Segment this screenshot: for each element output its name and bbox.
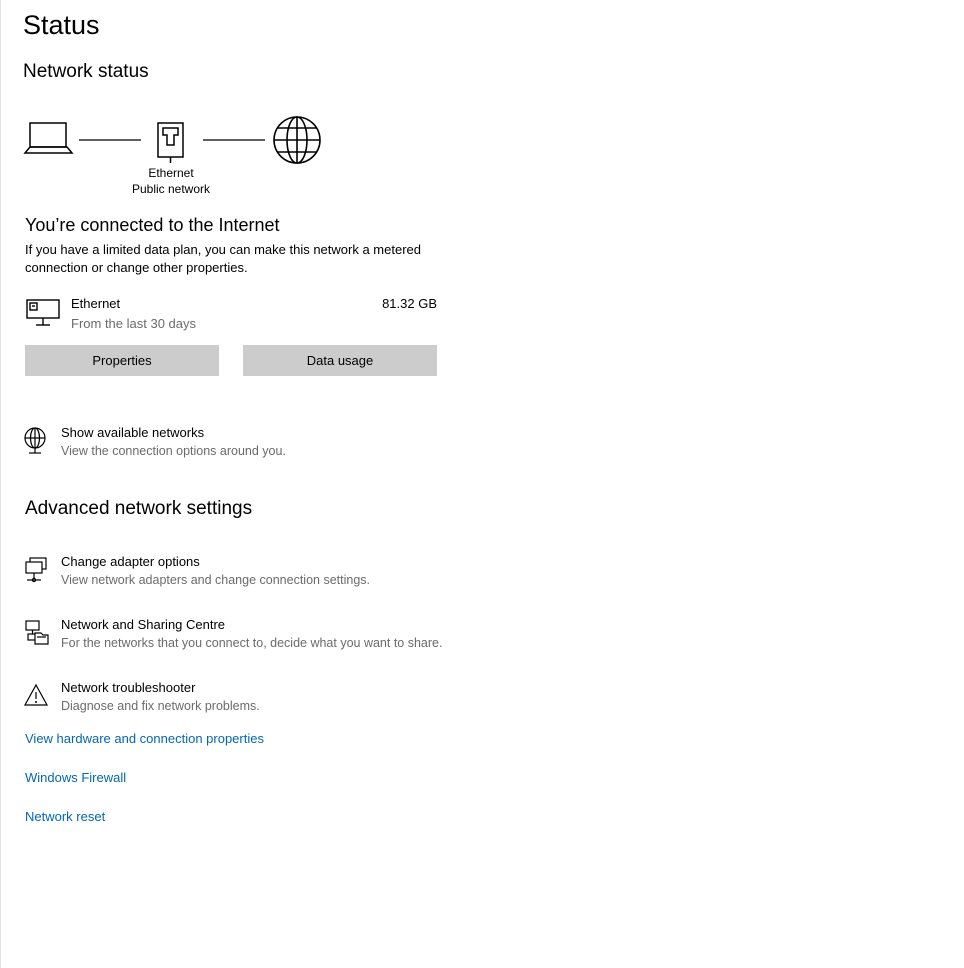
ethernet-adapter-icon: [26, 299, 60, 326]
data-usage-button[interactable]: Data usage: [243, 345, 437, 376]
network-diagram-graphic: [23, 116, 321, 164]
network-diagram: Ethernet Public network: [23, 112, 333, 202]
network-sharing-centre[interactable]: Network and Sharing Centre For the netwo…: [23, 616, 503, 662]
diagram-adapter-name: Ethernet: [148, 166, 194, 180]
globe-network-icon: [24, 427, 46, 454]
diagram-network-type: Public network: [131, 182, 211, 196]
properties-button[interactable]: Properties: [25, 345, 219, 376]
network-status-heading: Network status: [23, 61, 149, 82]
change-adapter-options[interactable]: Change adapter options View network adap…: [23, 553, 503, 599]
troubleshooter-description: Diagnose and fix network problems.: [61, 699, 260, 713]
connection-status-heading: You’re connected to the Internet: [25, 215, 280, 235]
show-available-networks[interactable]: Show available networks View the connect…: [23, 424, 503, 470]
adapter-options-icon: [25, 557, 47, 583]
globe-icon: [273, 116, 321, 164]
network-reset-link[interactable]: Network reset: [25, 808, 105, 826]
windows-firewall-link[interactable]: Windows Firewall: [25, 769, 126, 787]
advanced-settings-heading: Advanced network settings: [25, 498, 253, 519]
sharing-centre-icon: [25, 620, 49, 645]
view-hardware-properties-link[interactable]: View hardware and connection properties: [25, 730, 264, 748]
network-troubleshooter[interactable]: Network troubleshooter Diagnose and fix …: [23, 679, 503, 725]
window-left-border: [0, 0, 1, 968]
connection-description: If you have a limited data plan, you can…: [25, 242, 421, 275]
adapter-options-description: View network adapters and change connect…: [61, 573, 370, 587]
troubleshooter-title: Network troubleshooter: [61, 680, 196, 695]
sharing-centre-description: For the networks that you connect to, de…: [61, 636, 443, 650]
show-networks-description: View the connection options around you.: [61, 444, 286, 458]
adapter-options-title: Change adapter options: [61, 554, 200, 569]
ethernet-name: Ethernet: [71, 296, 121, 311]
page-title: Status: [23, 10, 100, 40]
ethernet-usage-period: From the last 30 days: [71, 316, 196, 331]
warning-triangle-icon: [23, 683, 49, 706]
sharing-centre-title: Network and Sharing Centre: [61, 617, 226, 632]
ethernet-data-usage: 81.32 GB: [382, 296, 437, 311]
laptop-icon: [23, 122, 74, 154]
ethernet-port-icon: [157, 122, 184, 163]
show-networks-title: Show available networks: [61, 425, 205, 440]
